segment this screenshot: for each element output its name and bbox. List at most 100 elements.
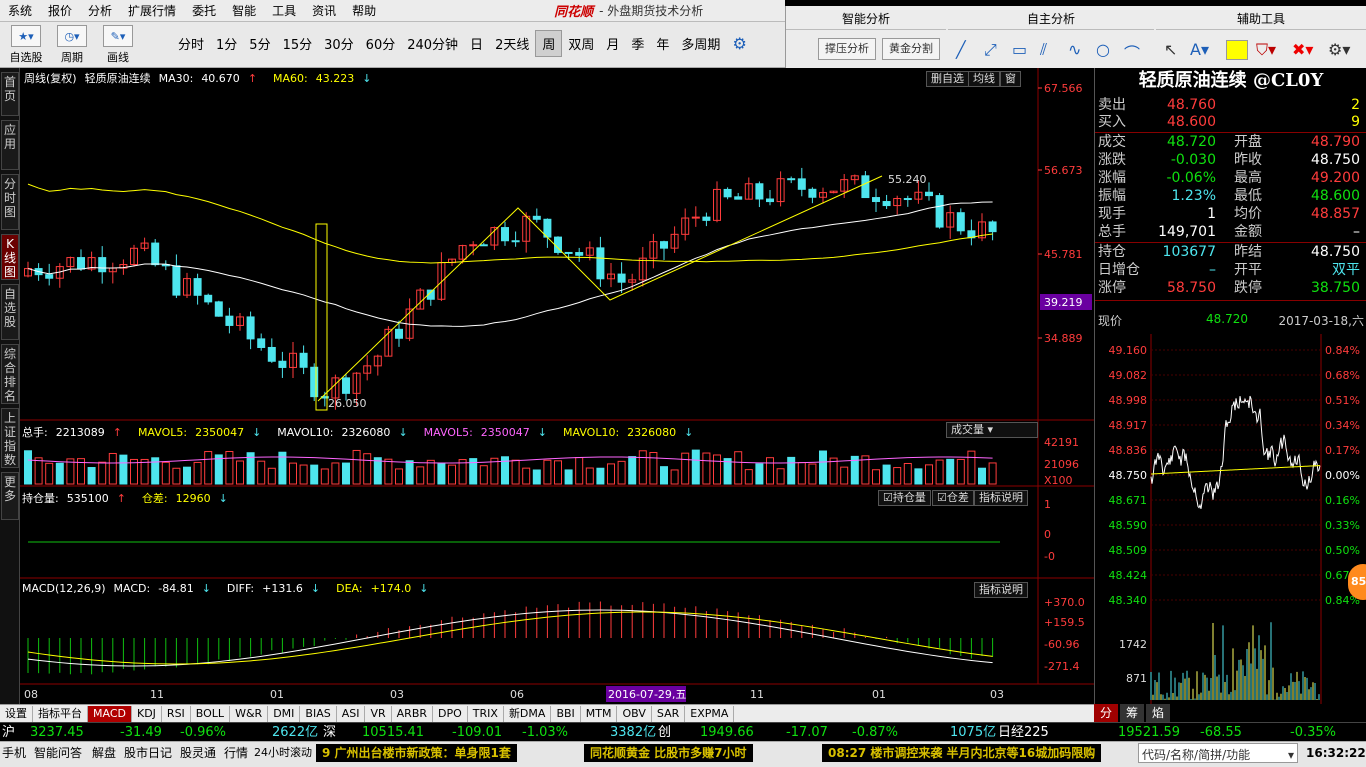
tab-wr[interactable]: W&R (230, 705, 269, 722)
period-day[interactable]: 日 (464, 31, 489, 56)
tab-kdj[interactable]: KDJ (132, 705, 162, 722)
side-tab-apps[interactable]: 应用 (1, 120, 19, 170)
position-checkbox[interactable]: ☑持仓量 (878, 490, 931, 506)
tab-settings[interactable]: 设置 (0, 705, 33, 722)
side-tab-fenshi[interactable]: 分时图 (1, 174, 19, 230)
tab-vr[interactable]: VR (365, 705, 392, 722)
tab-rsi[interactable]: RSI (162, 705, 191, 722)
intraday-chart[interactable]: 49.160 0.84% 49.082 0.68% 48.998 0.51% 48.917 0… (1095, 334, 1366, 710)
settings-icon[interactable]: ⚙▾ (1328, 40, 1350, 59)
menu-tools[interactable]: 工具 (264, 2, 304, 19)
tab-macd[interactable]: MACD (88, 705, 132, 722)
tab-smart-analysis[interactable]: 智能分析 (786, 8, 946, 30)
menu-smart[interactable]: 智能 (224, 2, 264, 19)
tab-arbr[interactable]: ARBR (392, 705, 434, 722)
side-tab-more[interactable]: 更多 (1, 472, 19, 520)
menu-trade[interactable]: 委托 (184, 2, 224, 19)
tab-mtm[interactable]: MTM (581, 705, 618, 722)
circle-icon[interactable]: ○ (1096, 40, 1110, 59)
status-diary[interactable]: 股市日记 (124, 744, 172, 762)
tab-boll[interactable]: BOLL (191, 705, 231, 722)
ray-icon[interactable]: ⤢ (984, 40, 997, 60)
period-60min[interactable]: 60分 (360, 31, 402, 56)
search-input[interactable]: 代码/名称/简拼/功能 ▾ (1138, 743, 1298, 763)
wave-icon[interactable]: ∿ (1068, 40, 1081, 59)
diff-checkbox[interactable]: ☑仓差 (932, 490, 974, 506)
period-240min[interactable]: 240分钟 (401, 31, 464, 56)
period-2day[interactable]: 2天线 (489, 31, 535, 56)
period-1min[interactable]: 1分 (210, 31, 243, 56)
bookmark-icon[interactable]: ⛉▾ (1256, 40, 1276, 60)
period-month[interactable]: 月 (600, 31, 625, 56)
period-quarter[interactable]: 季 (625, 31, 650, 56)
position-help-button[interactable]: 指标说明 (974, 490, 1028, 506)
kline-chart[interactable]: 67.566 56.673 45.781 34.889 39.219 55.240 26.0… (20, 68, 1094, 704)
menu-analysis[interactable]: 分析 (80, 2, 120, 19)
side-tab-kline[interactable]: K线图 (1, 234, 19, 280)
draw-tool[interactable]: ✎▾ 画线 (98, 25, 138, 65)
tab-obv[interactable]: OBV (617, 705, 652, 722)
floating-badge[interactable]: 85 (1348, 564, 1366, 600)
text-icon[interactable]: A▾ (1190, 40, 1209, 59)
side-tab-ranking[interactable]: 综合排名 (1, 344, 19, 404)
news-ticker-3[interactable]: 08:27 楼市调控来袭 半月内北京等16城加码限购 (822, 744, 1102, 762)
news-ticker-2[interactable]: 同花顺黄金 比股市多赚7小时 (584, 744, 753, 762)
color-picker[interactable] (1226, 40, 1248, 60)
period-tool[interactable]: ◷▾ 周期 (52, 25, 92, 65)
cursor-icon[interactable]: ↖ (1164, 40, 1177, 59)
tab-bias[interactable]: BIAS (300, 705, 337, 722)
gear-icon[interactable]: ⚙ (726, 34, 752, 53)
tab-expma[interactable]: EXPMA (685, 705, 735, 722)
menu-extended[interactable]: 扩展行情 (120, 2, 184, 19)
menu-quote[interactable]: 报价 (40, 2, 80, 19)
tab-bbi[interactable]: BBI (551, 705, 581, 722)
menu-news[interactable]: 资讯 (304, 2, 344, 19)
window-button[interactable]: 窗 (1000, 71, 1021, 87)
menu-system[interactable]: 系统 (0, 2, 40, 19)
line-icon[interactable]: ╱ (956, 40, 966, 59)
period-year[interactable]: 年 (650, 31, 675, 56)
tab-dmi[interactable]: DMI (268, 705, 301, 722)
period-15min[interactable]: 15分 (277, 31, 319, 56)
period-multi[interactable]: 多周期 (675, 31, 726, 56)
rect-icon[interactable]: ▭ (1012, 40, 1027, 59)
status-scroll[interactable]: 24小时滚动 (254, 744, 312, 762)
volume-indicator-select[interactable]: 成交量 ▾ (946, 422, 1038, 438)
tab-self-analysis[interactable]: 自主分析 (948, 8, 1154, 30)
ma-button[interactable]: 均线 (968, 71, 1000, 87)
channel-icon[interactable]: ⫽ (1040, 40, 1047, 60)
golden-section-button[interactable]: 黄金分割 (882, 38, 940, 60)
zixuan-tool[interactable]: ★▾ 自选股 (6, 25, 46, 65)
period-2week[interactable]: 双周 (562, 31, 600, 56)
status-hangqing[interactable]: 行情 (224, 744, 248, 762)
side-tab-shindex[interactable]: 上证指数 (1, 408, 19, 468)
status-jiepan[interactable]: 解盘 (92, 744, 116, 762)
tab-dpo[interactable]: DPO (433, 705, 468, 722)
tab-trix[interactable]: TRIX (468, 705, 504, 722)
period-week[interactable]: 周 (535, 30, 563, 57)
period-fenshi[interactable]: 分时 (172, 31, 210, 56)
support-analysis-button[interactable]: 撑压分析 (818, 38, 876, 60)
period-5min[interactable]: 5分 (243, 31, 276, 56)
status-gulingtong[interactable]: 股灵通 (180, 744, 216, 762)
curve-icon[interactable]: ⌒ (1124, 40, 1140, 64)
tab-yan[interactable]: 焰 (1146, 704, 1171, 722)
status-mobile[interactable]: 手机 (2, 744, 26, 762)
kline-chart-area[interactable]: 67.566 56.673 45.781 34.889 39.219 55.240 26.0… (20, 68, 1094, 706)
side-tab-zixuan[interactable]: 自选股 (1, 284, 19, 340)
delete-icon[interactable]: ✖▾ (1292, 40, 1313, 59)
side-tab-home[interactable]: 首页 (1, 72, 19, 116)
tab-aux-tools[interactable]: 辅助工具 (1156, 8, 1366, 30)
tab-chou[interactable]: 筹 (1120, 704, 1145, 722)
period-30min[interactable]: 30分 (318, 31, 360, 56)
tab-fen[interactable]: 分 (1094, 704, 1119, 722)
remove-zixuan-button[interactable]: 删自选 (926, 71, 969, 87)
tab-newdma[interactable]: 新DMA (504, 705, 552, 722)
menu-help[interactable]: 帮助 (344, 2, 384, 19)
macd-help-button[interactable]: 指标说明 (974, 582, 1028, 598)
status-qa[interactable]: 智能问答 (34, 744, 82, 762)
tab-sar[interactable]: SAR (652, 705, 686, 722)
news-ticker-1[interactable]: 9 广州出台楼市新政策：单身限1套 (316, 744, 517, 762)
tab-indicator-platform[interactable]: 指标平台 (33, 705, 88, 722)
tab-asi[interactable]: ASI (337, 705, 366, 722)
